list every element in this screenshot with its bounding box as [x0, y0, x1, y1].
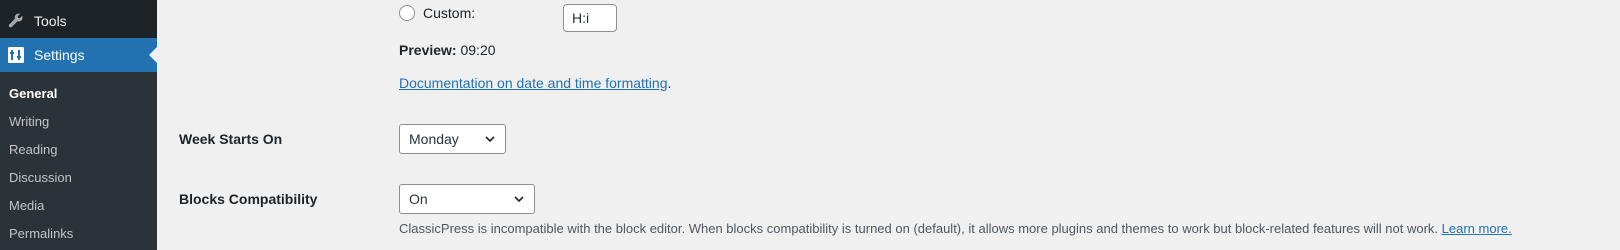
blocks-compatibility-value: On	[409, 191, 428, 207]
time-preview: Preview: 09:20	[399, 42, 496, 58]
admin-sidebar: Tools Settings General Writing Reading D…	[0, 0, 157, 250]
menu-item-label: Tools	[34, 13, 67, 29]
documentation-link[interactable]: Documentation on date and time formattin…	[399, 75, 668, 91]
documentation-row: Documentation on date and time formattin…	[399, 75, 671, 91]
submenu-item-reading[interactable]: Reading	[9, 142, 57, 157]
blocks-compatibility-select[interactable]: On	[399, 184, 535, 214]
settings-submenu: General Writing Reading Discussion Media…	[0, 72, 157, 250]
description-text: ClassicPress is incompatible with the bl…	[399, 221, 1439, 236]
week-starts-on-select[interactable]: Monday	[399, 124, 506, 154]
documentation-suffix: .	[667, 75, 672, 91]
submenu-item-writing[interactable]: Writing	[9, 114, 49, 129]
wrench-icon	[6, 11, 26, 31]
submenu-item-permalinks[interactable]: Permalinks	[9, 226, 73, 241]
chevron-down-icon	[485, 136, 495, 143]
submenu-item-discussion[interactable]: Discussion	[9, 170, 72, 185]
custom-format-radio[interactable]	[399, 5, 415, 21]
preview-label: Preview:	[399, 42, 457, 58]
menu-item-tools[interactable]: Tools	[0, 4, 157, 38]
week-starts-on-label: Week Starts On	[179, 131, 283, 147]
submenu-item-media[interactable]: Media	[9, 198, 44, 213]
blocks-compatibility-label: Blocks Compatibility	[179, 191, 318, 207]
custom-format-label: Custom:	[423, 5, 476, 21]
settings-sliders-icon	[6, 45, 26, 65]
chevron-down-icon	[514, 196, 524, 203]
submenu-item-general[interactable]: General	[9, 86, 57, 101]
preview-value: 09:20	[460, 42, 496, 58]
custom-time-format-option: Custom:	[399, 5, 475, 21]
blocks-compatibility-description: ClassicPress is incompatible with the bl…	[399, 221, 1512, 236]
week-starts-on-value: Monday	[409, 131, 459, 147]
learn-more-link[interactable]: Learn more.	[1442, 221, 1512, 236]
custom-time-format-input[interactable]	[563, 4, 617, 32]
menu-item-label: Settings	[34, 47, 85, 63]
menu-item-settings[interactable]: Settings	[0, 38, 157, 72]
